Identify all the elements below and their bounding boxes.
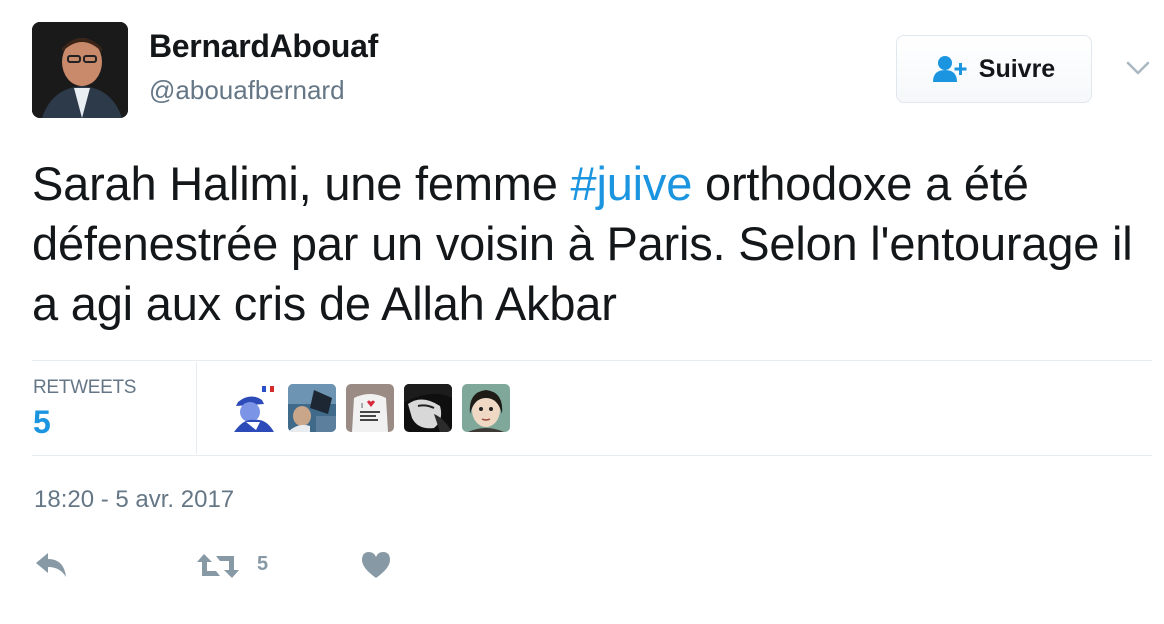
reply-button[interactable] (34, 550, 70, 580)
author-avatar[interactable] (32, 22, 128, 118)
user-avatar-photo-icon (32, 22, 128, 118)
tweet-text: Sarah Halimi, une femme #juive orthodoxe… (32, 154, 1142, 334)
follow-button[interactable]: Suivre (896, 35, 1092, 103)
retweeter-avatar[interactable] (404, 384, 452, 432)
follow-user-plus-icon (932, 56, 967, 82)
retweet-icon (197, 554, 239, 578)
retweet-count[interactable]: 5 (257, 553, 268, 576)
retweeter-avatar-icon (230, 384, 278, 432)
retweeter-avatar[interactable] (288, 384, 336, 432)
heart-icon (362, 552, 390, 578)
svg-text:I: I (361, 402, 363, 410)
retweets-count[interactable]: 5 (33, 404, 51, 441)
tweet-timestamp[interactable]: 18:20 - 5 avr. 2017 (34, 486, 234, 514)
like-button[interactable] (360, 550, 392, 580)
reply-icon (36, 553, 66, 577)
tweet-text-part: Sarah Halimi, une femme (32, 157, 571, 210)
retweeter-avatar-icon: I (346, 384, 394, 432)
chevron-down-icon (1126, 61, 1150, 75)
retweeter-avatar-icon (404, 384, 452, 432)
retweet-button[interactable] (196, 552, 240, 580)
retweets-label: RETWEETS (33, 377, 137, 398)
follow-button-label: Suivre (978, 54, 1056, 83)
author-handle[interactable]: @abouafbernard (149, 75, 345, 106)
tweet-menu-button[interactable] (1124, 54, 1152, 82)
retweeter-avatar[interactable]: I (346, 384, 394, 432)
retweeter-avatar[interactable] (230, 384, 278, 432)
divider (32, 360, 1152, 361)
hashtag-link[interactable]: #juive (571, 157, 693, 210)
author-display-name[interactable]: BernardAbouaf (149, 28, 378, 65)
stats-divider (196, 362, 197, 454)
divider (32, 455, 1152, 456)
retweeter-avatar-icon (288, 384, 336, 432)
retweeter-avatar-icon (462, 384, 510, 432)
retweeter-avatars: I (230, 384, 510, 432)
retweeter-avatar[interactable] (462, 384, 510, 432)
